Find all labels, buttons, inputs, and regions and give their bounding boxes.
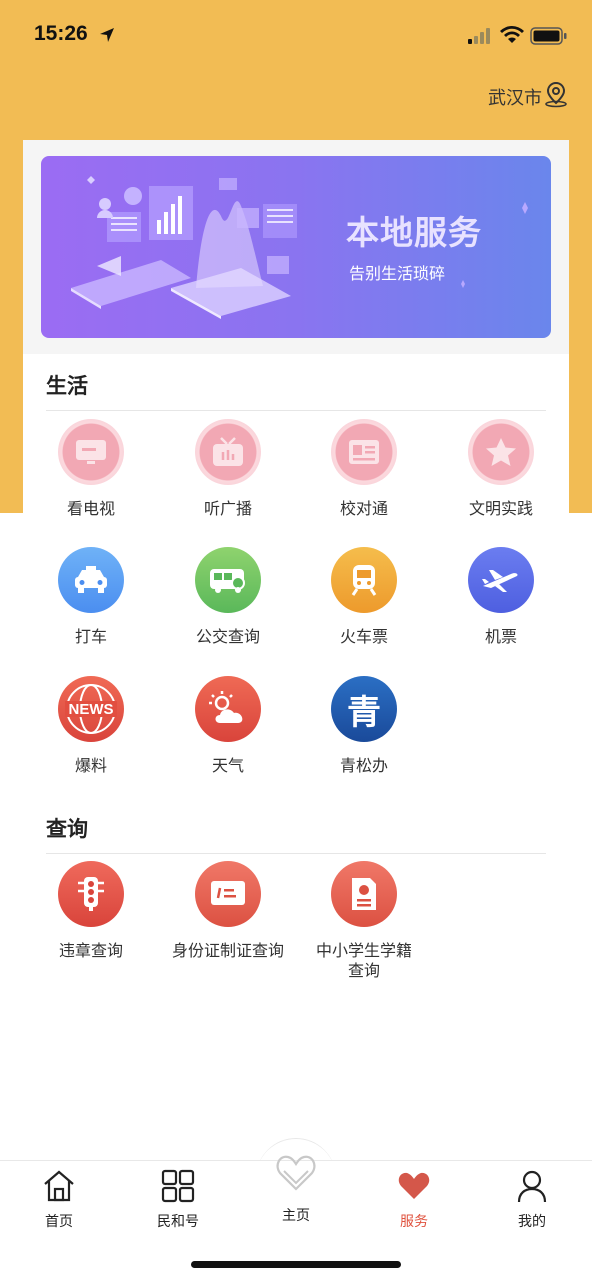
service-item-tv[interactable]: 看电视 bbox=[23, 419, 159, 519]
location-pin-icon[interactable] bbox=[542, 80, 570, 108]
tv-screen-icon bbox=[58, 419, 124, 485]
radio-icon bbox=[195, 419, 261, 485]
banner-subtitle: 告别生活琐碎 bbox=[349, 264, 446, 283]
tab-minhe[interactable]: 民和号 bbox=[138, 1169, 218, 1231]
tab-main[interactable]: 主页 bbox=[256, 1151, 336, 1225]
service-item-bus[interactable]: 公交查询 bbox=[160, 547, 296, 647]
service-label: 听广播 bbox=[203, 499, 252, 518]
tab-service[interactable]: 服务 bbox=[374, 1169, 454, 1231]
banner-illustration bbox=[71, 176, 297, 319]
tab-mine[interactable]: 我的 bbox=[492, 1169, 572, 1231]
weather-icon bbox=[195, 676, 261, 742]
battery-icon bbox=[530, 27, 567, 45]
id-card-query-icon bbox=[195, 861, 261, 927]
service-label: 校对通 bbox=[339, 499, 388, 518]
service-item-radio[interactable]: 听广播 bbox=[160, 419, 296, 519]
service-item-civilization[interactable]: 文明实践 bbox=[433, 419, 569, 519]
service-item-qingsong[interactable]: 青 青松办 bbox=[296, 676, 432, 776]
status-bar: 15:26 bbox=[0, 0, 592, 70]
banner-area: 本地服务 告别生活琐碎 bbox=[23, 140, 569, 354]
service-label: 文明实践 bbox=[468, 499, 533, 518]
tab-label: 我的 bbox=[518, 1214, 546, 1230]
heart-filled-icon bbox=[398, 1172, 430, 1199]
section-title-life: 生活 bbox=[46, 374, 88, 398]
banner-title: 本地服务 bbox=[346, 213, 482, 252]
service-item-proofread[interactable]: 校对通 bbox=[296, 419, 432, 519]
qing-icon-text: 青 bbox=[347, 692, 381, 733]
star-icon bbox=[468, 419, 534, 485]
service-item-weather[interactable]: 天气 bbox=[160, 676, 296, 776]
service-item-train[interactable]: 火车票 bbox=[296, 547, 432, 647]
service-item-id-query[interactable]: 身份证制证查询 bbox=[160, 861, 296, 961]
tab-label: 首页 bbox=[45, 1214, 73, 1230]
service-label: 青松办 bbox=[339, 756, 388, 775]
user-icon bbox=[517, 1170, 547, 1203]
tab-label: 服务 bbox=[400, 1214, 428, 1230]
service-label: 打车 bbox=[74, 627, 107, 646]
sparkle-icon bbox=[522, 202, 528, 214]
section-divider bbox=[46, 410, 546, 411]
service-item-taxi[interactable]: 打车 bbox=[23, 547, 159, 647]
section-title-query: 查询 bbox=[46, 817, 88, 841]
status-time: 15:26 bbox=[34, 22, 88, 45]
wifi-icon bbox=[500, 26, 524, 43]
qing-logo-icon: 青 bbox=[331, 676, 397, 742]
tab-home[interactable]: 首页 bbox=[19, 1169, 99, 1231]
airplane-icon bbox=[468, 547, 534, 613]
taxi-icon bbox=[58, 547, 124, 613]
section-divider bbox=[46, 853, 546, 854]
service-label: 火车票 bbox=[339, 627, 388, 646]
news-icon-text: NEWS bbox=[68, 700, 114, 718]
traffic-light-icon bbox=[58, 861, 124, 927]
service-item-student-record[interactable]: 中小学生学籍 查询 bbox=[296, 861, 432, 981]
heart-outline-icon bbox=[276, 1155, 316, 1191]
service-label-line1: 中小学生学籍 bbox=[315, 941, 412, 960]
local-service-banner[interactable]: 本地服务 告别生活琐碎 bbox=[41, 156, 551, 338]
service-label: 天气 bbox=[211, 756, 244, 775]
news-globe-icon: NEWS bbox=[58, 676, 124, 742]
id-card-icon bbox=[331, 419, 397, 485]
service-label: 身份证制证查询 bbox=[171, 941, 284, 960]
train-icon bbox=[331, 547, 397, 613]
tab-label: 民和号 bbox=[157, 1214, 199, 1230]
service-label: 中小学生学籍 查询 bbox=[296, 941, 432, 981]
student-record-icon bbox=[331, 861, 397, 927]
sparkle-icon bbox=[461, 280, 465, 288]
service-item-violation[interactable]: 违章查询 bbox=[23, 861, 159, 961]
home-icon bbox=[44, 1170, 74, 1202]
service-label: 违章查询 bbox=[58, 941, 123, 960]
service-label: 看电视 bbox=[66, 499, 115, 518]
service-label: 机票 bbox=[484, 627, 517, 646]
service-label: 爆料 bbox=[74, 756, 107, 775]
service-card: 本地服务 告别生活琐碎 生活 看电视 听广播 校对通 文明实践 打车 公交查询 … bbox=[23, 140, 569, 1160]
service-label-line2: 查询 bbox=[347, 961, 380, 980]
tab-label: 主页 bbox=[282, 1208, 310, 1224]
service-item-tipoff[interactable]: NEWS 爆料 bbox=[23, 676, 159, 776]
service-label: 公交查询 bbox=[195, 627, 260, 646]
home-indicator[interactable] bbox=[191, 1261, 401, 1268]
cellular-signal-icon bbox=[468, 28, 490, 44]
city-name[interactable]: 武汉市 bbox=[488, 84, 542, 110]
grid-icon bbox=[161, 1169, 195, 1203]
service-item-flight[interactable]: 机票 bbox=[433, 547, 569, 647]
location-arrow-icon bbox=[100, 28, 114, 42]
bus-icon bbox=[195, 547, 261, 613]
